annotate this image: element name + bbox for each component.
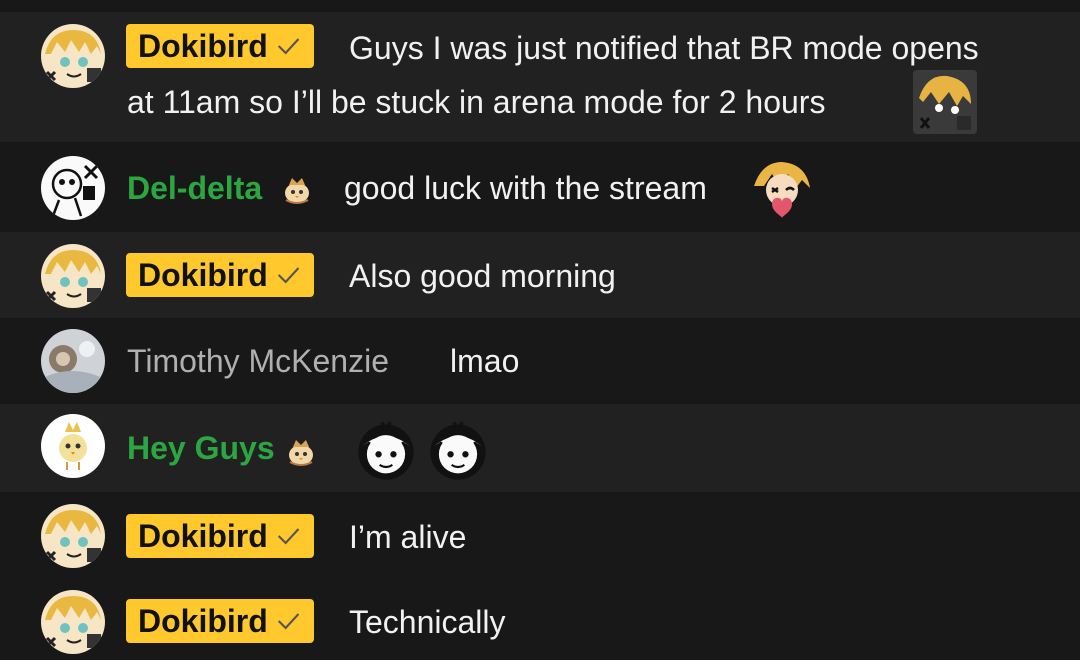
message-text: good luck with the stream [344,170,707,206]
dokibird-avatar-icon [41,244,105,308]
avatar[interactable] [41,24,105,88]
message-text: Also good morning [349,258,616,294]
chick-member-badge-icon [285,178,309,204]
avatar[interactable] [41,329,105,393]
author-name: Dokibird [138,256,268,293]
author-name: Dokibird [138,517,268,554]
dokibird-avatar-icon [41,590,105,654]
live-chat: Dokibird Guys I was just notified that B… [0,0,1080,660]
author-name[interactable]: Timothy McKenzie [127,343,389,380]
sketch-avatar-icon [41,156,105,220]
bw-face-emote-icon [358,421,414,480]
chat-message: Dokibird Technically [0,578,1080,660]
chat-message: Dokibird Guys I was just notified that B… [0,12,1080,142]
dokibird-avatar-icon [41,24,105,88]
dokibird-emote-icon [913,70,977,134]
avatar[interactable] [41,504,105,568]
author-name: Dokibird [138,602,268,639]
message-text-continued: at 11am so I’ll be stuck in arena mode f… [127,84,826,120]
avatar[interactable] [41,244,105,308]
dokibird-avatar-icon [41,504,105,568]
chick-avatar-icon [41,414,105,478]
message-text: Guys I was just notified that BR mode op… [349,30,979,66]
chick-member-badge-icon [289,440,313,466]
owner-badge[interactable]: Dokibird [126,599,314,643]
chat-message: Dokibird I’m alive [0,492,1080,578]
checkmark-icon [277,528,300,545]
chat-message: Hey Guys [0,404,1080,492]
message-text: Technically [349,604,506,640]
checkmark-icon [277,613,300,630]
photo-avatar-icon [41,329,105,393]
bw-face-emote-icon [430,421,486,480]
chat-message: Del-delta good luck with the stream [0,142,1080,232]
chat-message: Timothy McKenzie lmao [0,318,1080,404]
author-name[interactable]: Hey Guys [127,430,275,467]
message-text: lmao [450,343,520,379]
owner-badge[interactable]: Dokibird [126,24,314,68]
dokibird-emote-icon [754,162,810,218]
message-text: I’m alive [349,519,467,555]
owner-badge[interactable]: Dokibird [126,514,314,558]
avatar[interactable] [41,156,105,220]
owner-badge[interactable]: Dokibird [126,253,314,297]
avatar[interactable] [41,590,105,654]
chat-message: Dokibird Also good morning [0,232,1080,318]
avatar[interactable] [41,414,105,478]
checkmark-icon [277,267,300,284]
author-name: Dokibird [138,27,268,64]
author-name[interactable]: Del-delta [127,170,262,207]
checkmark-icon [277,38,300,55]
